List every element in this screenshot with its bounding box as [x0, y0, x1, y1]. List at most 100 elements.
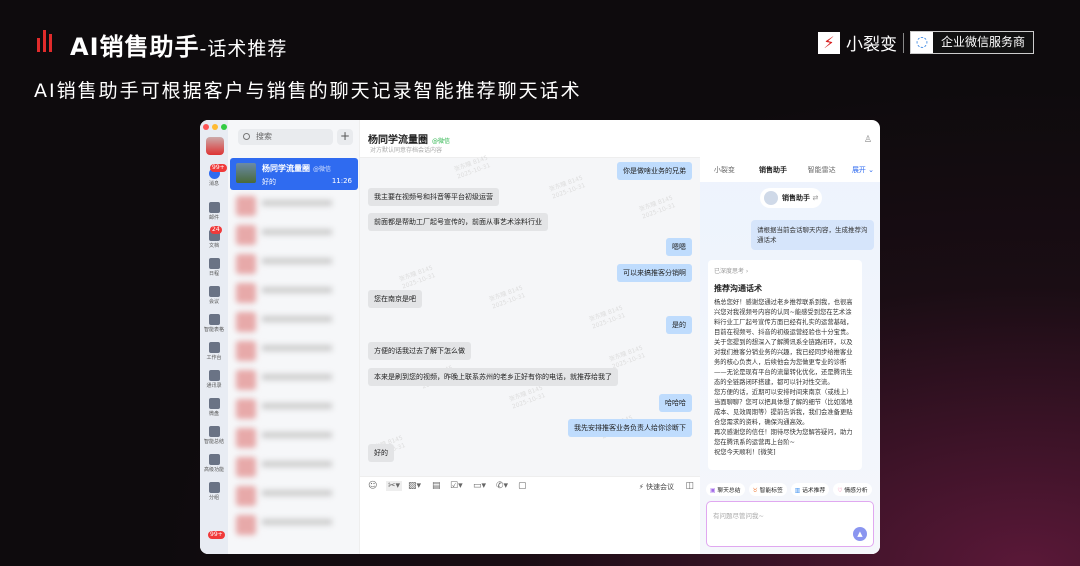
- conversation-item-blurred[interactable]: [236, 339, 354, 363]
- nav-icon: [208, 426, 220, 437]
- minimize-button[interactable]: [212, 124, 218, 130]
- conversation-item-blurred[interactable]: [236, 281, 354, 305]
- add-button[interactable]: +: [337, 129, 353, 145]
- watermark: 张东瞳 81452025-10-31: [588, 304, 627, 331]
- sidebar-item-label: 消息: [208, 181, 219, 187]
- conversation-item-blurred[interactable]: [236, 252, 354, 276]
- tab-xiaoliebian[interactable]: 小裂变: [700, 165, 749, 175]
- chip-label: 情感分析: [844, 488, 868, 494]
- heart-icon: ♡: [837, 488, 843, 494]
- document-icon[interactable]: ▤: [432, 481, 441, 491]
- phone-icon[interactable]: ✆▾: [496, 481, 508, 491]
- name-text: 杨同学流量圈: [262, 164, 310, 173]
- conversation-item-blurred[interactable]: [236, 484, 354, 508]
- conversation-item-blurred[interactable]: [236, 223, 354, 247]
- sidebar-item-label: 日程: [208, 271, 219, 277]
- sidebar-item-3[interactable]: 日程: [200, 258, 228, 277]
- screenshot-icon[interactable]: ✂▾: [386, 481, 403, 491]
- assistant-input[interactable]: 有问题尽管问我~ ▲: [706, 501, 874, 547]
- sidebar-item-5[interactable]: 智能表格: [200, 314, 228, 333]
- assistant-tabs: 小裂变 销售助手 智能雷达 展开 ⌄: [700, 158, 880, 182]
- sidebar-item-9[interactable]: 智能总结: [200, 426, 228, 445]
- avatar[interactable]: [206, 137, 224, 155]
- thinking-toggle[interactable]: 已深度思考 ›: [714, 266, 856, 275]
- profile-icon[interactable]: ♙: [864, 135, 872, 145]
- conversation-text-placeholder: [262, 432, 332, 438]
- conversation-avatar: [236, 196, 256, 216]
- schedule-icon[interactable]: ▢: [518, 481, 527, 491]
- watermark: 张东瞳 81452025-10-31: [548, 174, 587, 201]
- bot-switcher[interactable]: 销售助手 ⇄: [760, 188, 822, 208]
- sidebar-item-11[interactable]: 分组: [200, 482, 228, 501]
- sidebar-item-label: 智能表格: [203, 327, 224, 333]
- book-icon: ▥: [794, 488, 801, 494]
- sidebar-item-0[interactable]: 消息 99+: [200, 164, 228, 187]
- wecom-icon: ◌: [915, 34, 929, 50]
- conversation-item-blurred[interactable]: [236, 310, 354, 334]
- assistant-panel: 小裂变 销售助手 智能雷达 展开 ⌄ 销售助手 ⇄ 请根据当前会话聊天内容，生成…: [700, 158, 880, 554]
- bot-name: 销售助手: [782, 194, 810, 202]
- send-button[interactable]: ▲: [853, 527, 867, 541]
- conversation-item-blurred[interactable]: [236, 426, 354, 450]
- chat-subtitle: 对方默认同意存档会话内容: [370, 147, 443, 154]
- message-bubble: 前面都是帮助工厂起号宣传的，前面从事艺术涂料行业: [368, 213, 548, 231]
- conversation-item-blurred[interactable]: [236, 368, 354, 392]
- sidebar-item-2[interactable]: 文档 24: [200, 226, 228, 249]
- tab-sales-assistant[interactable]: 销售助手: [749, 165, 798, 175]
- sidebar-item-7[interactable]: 通讯录: [200, 370, 228, 389]
- composer-toolbar: ☺ ✂▾ ▨▾ ▤ ☑▾ ▭▾ ✆▾ ▢ ⚡ 快速会议 ◫: [360, 476, 700, 554]
- nav-icon: [208, 398, 220, 409]
- sidebar-item-label: 通讯录: [206, 383, 222, 389]
- quick-meeting-button[interactable]: ⚡ 快速会议: [639, 482, 674, 492]
- conversation-text-placeholder: [262, 258, 332, 264]
- response-paragraph: 您方便的话，近期可以安排时间来南京（或线上）当面聊聊？您可以把具体想了解的细节（…: [714, 389, 853, 426]
- side-panel-toggle-icon[interactable]: ◫: [685, 481, 694, 491]
- wechat-tag: @微信: [432, 138, 451, 145]
- nav-icon: [208, 258, 220, 269]
- search-placeholder: 搜索: [256, 132, 272, 141]
- conversation-item-blurred[interactable]: [236, 194, 354, 218]
- chat-header: 杨同学流量圈 @微信 对方默认同意存档会话内容: [360, 120, 700, 158]
- conversation-text-placeholder: [262, 403, 332, 409]
- sidebar-item-1[interactable]: 邮件: [200, 202, 228, 221]
- conversation-item-blurred[interactable]: [236, 455, 354, 479]
- todo-icon[interactable]: ☑▾: [450, 481, 463, 491]
- sidebar-item-8[interactable]: 微盘: [200, 398, 228, 417]
- sidebar-item-label: 微盘: [208, 411, 219, 417]
- sidebar-item-6[interactable]: 工作台: [200, 342, 228, 361]
- message-bubble: 可以来搞推客分销啊: [617, 264, 692, 282]
- sidebar-item-4[interactable]: 会议: [200, 286, 228, 305]
- response-paragraph: 再次感谢您的信任！期待尽快为您解答疑问，助力您在腾讯系的运营再上台阶~: [714, 429, 853, 446]
- expand-button[interactable]: 展开 ⌄: [846, 165, 880, 175]
- nav-icon: [208, 482, 220, 493]
- conversation-text-placeholder: [262, 287, 332, 293]
- chip-chat-summary[interactable]: ▣ 聊天总结: [706, 483, 745, 496]
- conversation-item-blurred[interactable]: [236, 513, 354, 537]
- chip-sentiment[interactable]: ♡ 情感分析: [833, 483, 872, 496]
- chip-smart-tags[interactable]: ♉ 智能标签: [748, 483, 787, 496]
- bot-avatar: [764, 191, 778, 205]
- tab-smart-radar[interactable]: 智能雷达: [797, 165, 846, 175]
- partner-label: 企业微信服务商: [933, 32, 1034, 53]
- chat-pane: 杨同学流量圈 @微信 对方默认同意存档会话内容 张东瞳 8145 2025-10-3…: [360, 120, 700, 554]
- chip-script-recommend[interactable]: ▥ 话术推荐: [790, 483, 830, 496]
- message-bubble: 方便的话我过去了解下怎么做: [368, 342, 471, 360]
- nav-icon: [208, 370, 220, 381]
- summary-icon: ▣: [710, 488, 716, 494]
- title-main: AI销售助手: [70, 33, 200, 61]
- sidebar-item-label: 工作台: [206, 355, 222, 361]
- sidebar-item-10[interactable]: 高级功能: [200, 454, 228, 473]
- page-title: AI销售助手-话术推荐: [70, 27, 287, 62]
- sidebar-item-label: 文档: [208, 243, 219, 249]
- close-button[interactable]: [203, 124, 209, 130]
- folder-icon[interactable]: ▭▾: [473, 481, 486, 491]
- title-suffix: -话术推荐: [199, 38, 288, 60]
- conversation-item-blurred[interactable]: [236, 397, 354, 421]
- chip-label: 智能标签: [759, 488, 783, 494]
- image-icon[interactable]: ▨▾: [408, 481, 421, 491]
- search-input[interactable]: 搜索: [238, 129, 333, 145]
- emoji-icon[interactable]: ☺: [368, 481, 377, 491]
- maximize-button[interactable]: [221, 124, 227, 130]
- search-icon: [243, 133, 250, 140]
- conversation-item-active[interactable]: 杨同学流量圈 @微信 好的 11:26: [230, 158, 358, 190]
